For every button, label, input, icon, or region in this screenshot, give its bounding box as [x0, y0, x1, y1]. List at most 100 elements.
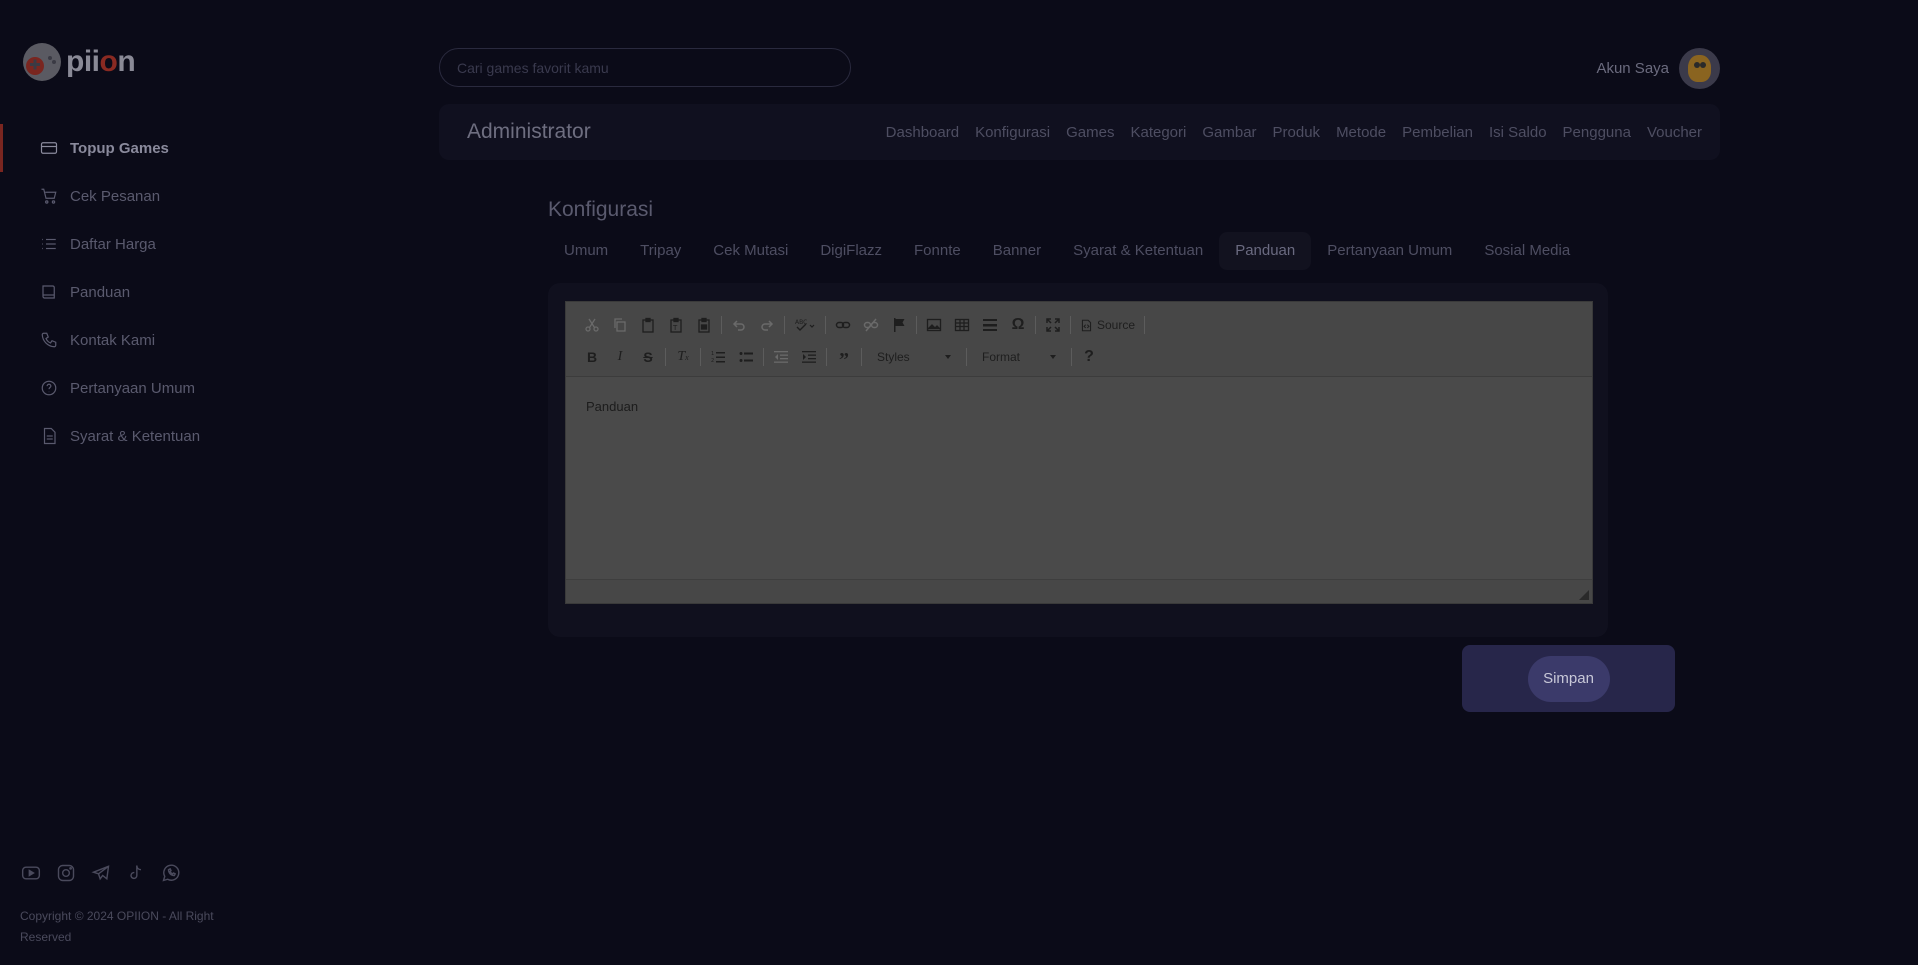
avatar-face: [1688, 55, 1711, 82]
maximize-icon[interactable]: [1039, 312, 1067, 338]
strikethrough-icon[interactable]: S: [634, 344, 662, 370]
tab-banner[interactable]: Banner: [977, 232, 1057, 270]
admin-link-pengguna[interactable]: Pengguna: [1563, 124, 1631, 141]
admin-link-pembelian[interactable]: Pembelian: [1402, 124, 1473, 141]
sidebar-item-label: Daftar Harga: [70, 235, 156, 253]
copy-icon[interactable]: [606, 312, 634, 338]
outdent-icon[interactable]: [767, 344, 795, 370]
logo-mark-icon: [20, 40, 64, 84]
sidebar-item-label: Pertanyaan Umum: [70, 379, 196, 397]
logo-text: piion: [66, 45, 136, 78]
telegram-icon[interactable]: [90, 862, 112, 884]
admin-link-dashboard[interactable]: Dashboard: [886, 124, 959, 141]
help-icon[interactable]: ?: [1075, 344, 1103, 370]
toolbar-separator: [825, 316, 826, 334]
undo-icon[interactable]: [725, 312, 753, 338]
toolbar-separator: [784, 316, 785, 334]
horizontal-rule-icon[interactable]: [976, 312, 1004, 338]
image-icon[interactable]: [920, 312, 948, 338]
admin-link-games[interactable]: Games: [1066, 124, 1114, 141]
format-dropdown[interactable]: Format: [974, 346, 1064, 368]
sidebar-item-cek-pesanan[interactable]: Cek Pesanan: [0, 172, 260, 220]
admin-link-produk[interactable]: Produk: [1273, 124, 1321, 141]
sidebar-item-pertanyaan-umum[interactable]: Pertanyaan Umum: [0, 364, 260, 412]
bulleted-list-icon[interactable]: [732, 344, 760, 370]
anchor-flag-icon[interactable]: [885, 312, 913, 338]
toolbar-separator: [700, 348, 701, 366]
tab-pertanyaan-umum[interactable]: Pertanyaan Umum: [1311, 232, 1468, 270]
format-label: Format: [982, 350, 1021, 364]
list-icon: [40, 235, 58, 253]
sidebar-item-panduan[interactable]: Panduan: [0, 268, 260, 316]
admin-link-kategori[interactable]: Kategori: [1130, 124, 1186, 141]
sidebar-item-label: Topup Games: [70, 139, 169, 157]
indent-icon[interactable]: [795, 344, 823, 370]
page-title: Konfigurasi: [548, 198, 654, 221]
editor-toolbar: T ABC Ω Source B I S T x 1 2 ” Styles Fo…: [566, 302, 1592, 377]
sidebar-item-syarat-ketentuan[interactable]: Syarat & Ketentuan: [0, 412, 260, 460]
admin-link-metode[interactable]: Metode: [1336, 124, 1386, 141]
toolbar-separator: [1070, 316, 1071, 334]
special-char-icon[interactable]: Ω: [1004, 312, 1032, 338]
admin-nav: Dashboard Konfigurasi Games Kategori Gam…: [886, 124, 1702, 141]
sidebar-item-kontak-kami[interactable]: Kontak Kami: [0, 316, 260, 364]
logo[interactable]: piion: [20, 40, 136, 84]
link-icon[interactable]: [829, 312, 857, 338]
tiktok-icon[interactable]: [125, 862, 147, 884]
tab-cek-mutasi[interactable]: Cek Mutasi: [697, 232, 804, 270]
svg-text:1: 1: [711, 351, 714, 357]
toolbar-separator: [861, 348, 862, 366]
phone-icon: [40, 331, 58, 349]
editor-content[interactable]: Panduan: [566, 377, 1592, 579]
tab-umum[interactable]: Umum: [548, 232, 624, 270]
sidebar-item-daftar-harga[interactable]: Daftar Harga: [0, 220, 260, 268]
toolbar-separator: [966, 348, 967, 366]
tab-sosial-media[interactable]: Sosial Media: [1468, 232, 1586, 270]
unlink-icon[interactable]: [857, 312, 885, 338]
chevron-down-icon: [1050, 355, 1056, 359]
paste-word-icon[interactable]: [690, 312, 718, 338]
italic-icon[interactable]: I: [606, 344, 634, 370]
redo-icon[interactable]: [753, 312, 781, 338]
whatsapp-icon[interactable]: [160, 862, 182, 884]
toolbar-separator: [1035, 316, 1036, 334]
toolbar-separator: [665, 348, 666, 366]
spellcheck-icon[interactable]: ABC: [788, 312, 822, 338]
search-input[interactable]: [440, 49, 850, 86]
remove-format-icon[interactable]: Tx: [669, 344, 697, 370]
toolbar-separator: [721, 316, 722, 334]
resize-handle-icon[interactable]: [1579, 590, 1589, 600]
cut-icon[interactable]: [578, 312, 606, 338]
admin-link-voucher[interactable]: Voucher: [1647, 124, 1702, 141]
paste-text-icon[interactable]: T: [662, 312, 690, 338]
youtube-icon[interactable]: [20, 862, 42, 884]
sidebar-item-topup-games[interactable]: Topup Games: [0, 124, 260, 172]
sidebar: piion Topup Games Cek Pesanan Daftar Har…: [0, 0, 260, 965]
tab-syarat-ketentuan[interactable]: Syarat & Ketentuan: [1057, 232, 1219, 270]
svg-text:T: T: [672, 324, 678, 332]
toolbar-separator: [763, 348, 764, 366]
blockquote-icon[interactable]: ”: [830, 344, 858, 370]
paste-icon[interactable]: [634, 312, 662, 338]
tab-digiflazz[interactable]: DigiFlazz: [804, 232, 898, 270]
tab-tripay[interactable]: Tripay: [624, 232, 697, 270]
account-menu[interactable]: Akun Saya: [1596, 48, 1720, 89]
toolbar-separator: [1144, 316, 1146, 334]
table-icon[interactable]: [948, 312, 976, 338]
source-button[interactable]: Source: [1074, 312, 1141, 338]
bold-icon[interactable]: B: [578, 344, 606, 370]
search-box: [439, 48, 851, 87]
rich-text-editor: T ABC Ω Source B I S T x 1 2 ” Styles Fo…: [565, 301, 1593, 604]
admin-link-isi-saldo[interactable]: Isi Saldo: [1489, 124, 1547, 141]
instagram-icon[interactable]: [55, 862, 77, 884]
admin-link-konfigurasi[interactable]: Konfigurasi: [975, 124, 1050, 141]
styles-dropdown[interactable]: Styles: [869, 346, 959, 368]
admin-link-gambar[interactable]: Gambar: [1202, 124, 1256, 141]
save-button[interactable]: Simpan: [1527, 655, 1610, 702]
tab-fonnte[interactable]: Fonnte: [898, 232, 977, 270]
sidebar-item-label: Panduan: [70, 283, 131, 301]
tab-panduan[interactable]: Panduan: [1219, 232, 1312, 270]
avatar[interactable]: [1679, 48, 1720, 89]
copyright: Copyright © 2024 OPIION - All Right Rese…: [20, 909, 214, 944]
numbered-list-icon[interactable]: 12: [704, 344, 732, 370]
